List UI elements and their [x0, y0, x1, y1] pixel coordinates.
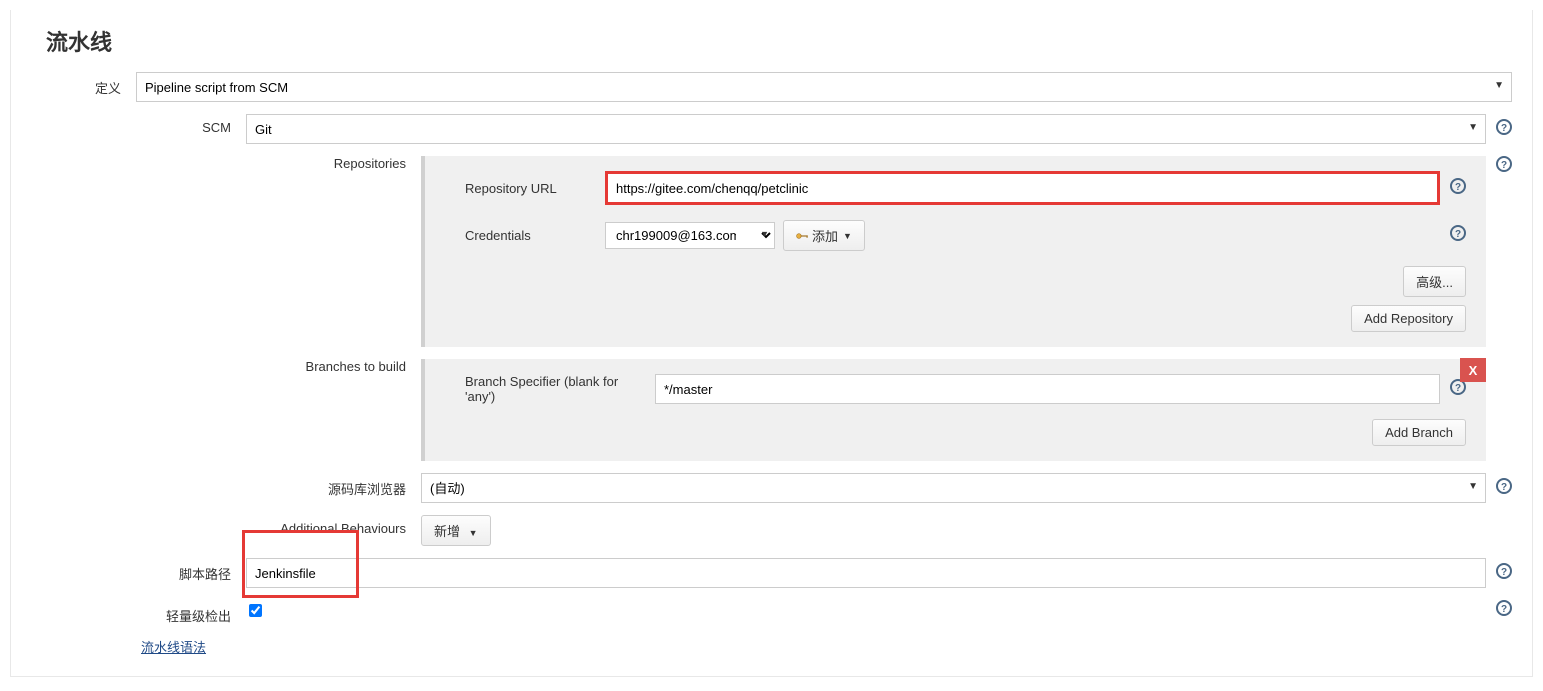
svg-text:?: ?: [1455, 383, 1461, 394]
additional-behaviours-row: Additional Behaviours 新增 ▼: [31, 515, 1512, 546]
scm-row: SCM Git ?: [31, 114, 1512, 144]
pipeline-syntax-link[interactable]: 流水线语法: [141, 640, 206, 655]
repo-browser-row: 源码库浏览器 (自动) ?: [31, 473, 1512, 503]
branches-row: Branches to build X Branch Specifier (bl…: [31, 359, 1512, 461]
caret-down-icon: ▼: [469, 528, 478, 538]
lightweight-row: 轻量级检出 ?: [31, 600, 1512, 625]
help-icon[interactable]: ?: [1496, 563, 1512, 584]
credentials-label: Credentials: [445, 228, 605, 243]
repo-browser-label: 源码库浏览器: [31, 473, 421, 498]
svg-text:?: ?: [1501, 604, 1507, 615]
pipeline-config-panel: 流水线 定义 Pipeline script from SCM SCM Git …: [10, 10, 1533, 677]
key-icon: [796, 231, 810, 241]
scm-select[interactable]: Git: [246, 114, 1486, 144]
repo-url-label: Repository URL: [445, 181, 605, 196]
advanced-button[interactable]: 高级...: [1403, 266, 1466, 297]
add-repository-button[interactable]: Add Repository: [1351, 305, 1466, 332]
repo-browser-select[interactable]: (自动): [421, 473, 1486, 503]
lightweight-label: 轻量级检出: [31, 600, 246, 625]
help-icon[interactable]: ?: [1496, 119, 1512, 140]
section-title: 流水线: [31, 10, 1512, 72]
help-icon[interactable]: ?: [1496, 600, 1512, 621]
add-credentials-button[interactable]: 添加 ▼: [783, 220, 865, 251]
add-behaviour-button[interactable]: 新增 ▼: [421, 515, 491, 546]
scm-label: SCM: [31, 114, 246, 135]
definition-select[interactable]: Pipeline script from SCM: [136, 72, 1512, 102]
svg-text:?: ?: [1501, 482, 1507, 493]
branch-specifier-label: Branch Specifier (blank for 'any'): [445, 374, 655, 404]
caret-down-icon: ▼: [843, 231, 852, 241]
repository-url-input[interactable]: [605, 171, 1440, 205]
svg-text:?: ?: [1501, 567, 1507, 578]
help-icon[interactable]: ?: [1496, 478, 1512, 499]
branches-block: X Branch Specifier (blank for 'any') ? A…: [421, 359, 1486, 461]
branch-specifier-input[interactable]: [655, 374, 1440, 404]
script-path-input[interactable]: [246, 558, 1486, 588]
svg-text:?: ?: [1501, 123, 1507, 134]
svg-text:?: ?: [1501, 160, 1507, 171]
help-icon[interactable]: ?: [1496, 156, 1512, 177]
svg-text:?: ?: [1455, 182, 1461, 193]
lightweight-checkbox[interactable]: [249, 604, 262, 617]
definition-label: 定义: [31, 72, 136, 97]
branches-label: Branches to build: [31, 359, 421, 374]
help-icon[interactable]: ?: [1450, 225, 1466, 246]
additional-behaviours-label: Additional Behaviours: [31, 515, 421, 536]
add-branch-button[interactable]: Add Branch: [1372, 419, 1466, 446]
repositories-block: Repository URL ? Credentials chr199009@1…: [421, 156, 1486, 347]
definition-row: 定义 Pipeline script from SCM: [31, 72, 1512, 102]
repositories-row: Repositories Repository URL ? Credential…: [31, 156, 1512, 347]
svg-text:?: ?: [1455, 229, 1461, 240]
script-path-label: 脚本路径: [31, 558, 246, 583]
repositories-label: Repositories: [31, 156, 421, 171]
credentials-select[interactable]: chr199009@163.com: [605, 222, 775, 249]
help-icon[interactable]: ?: [1450, 178, 1466, 199]
delete-branch-button[interactable]: X: [1460, 358, 1486, 382]
script-path-row: 脚本路径 ?: [31, 558, 1512, 588]
